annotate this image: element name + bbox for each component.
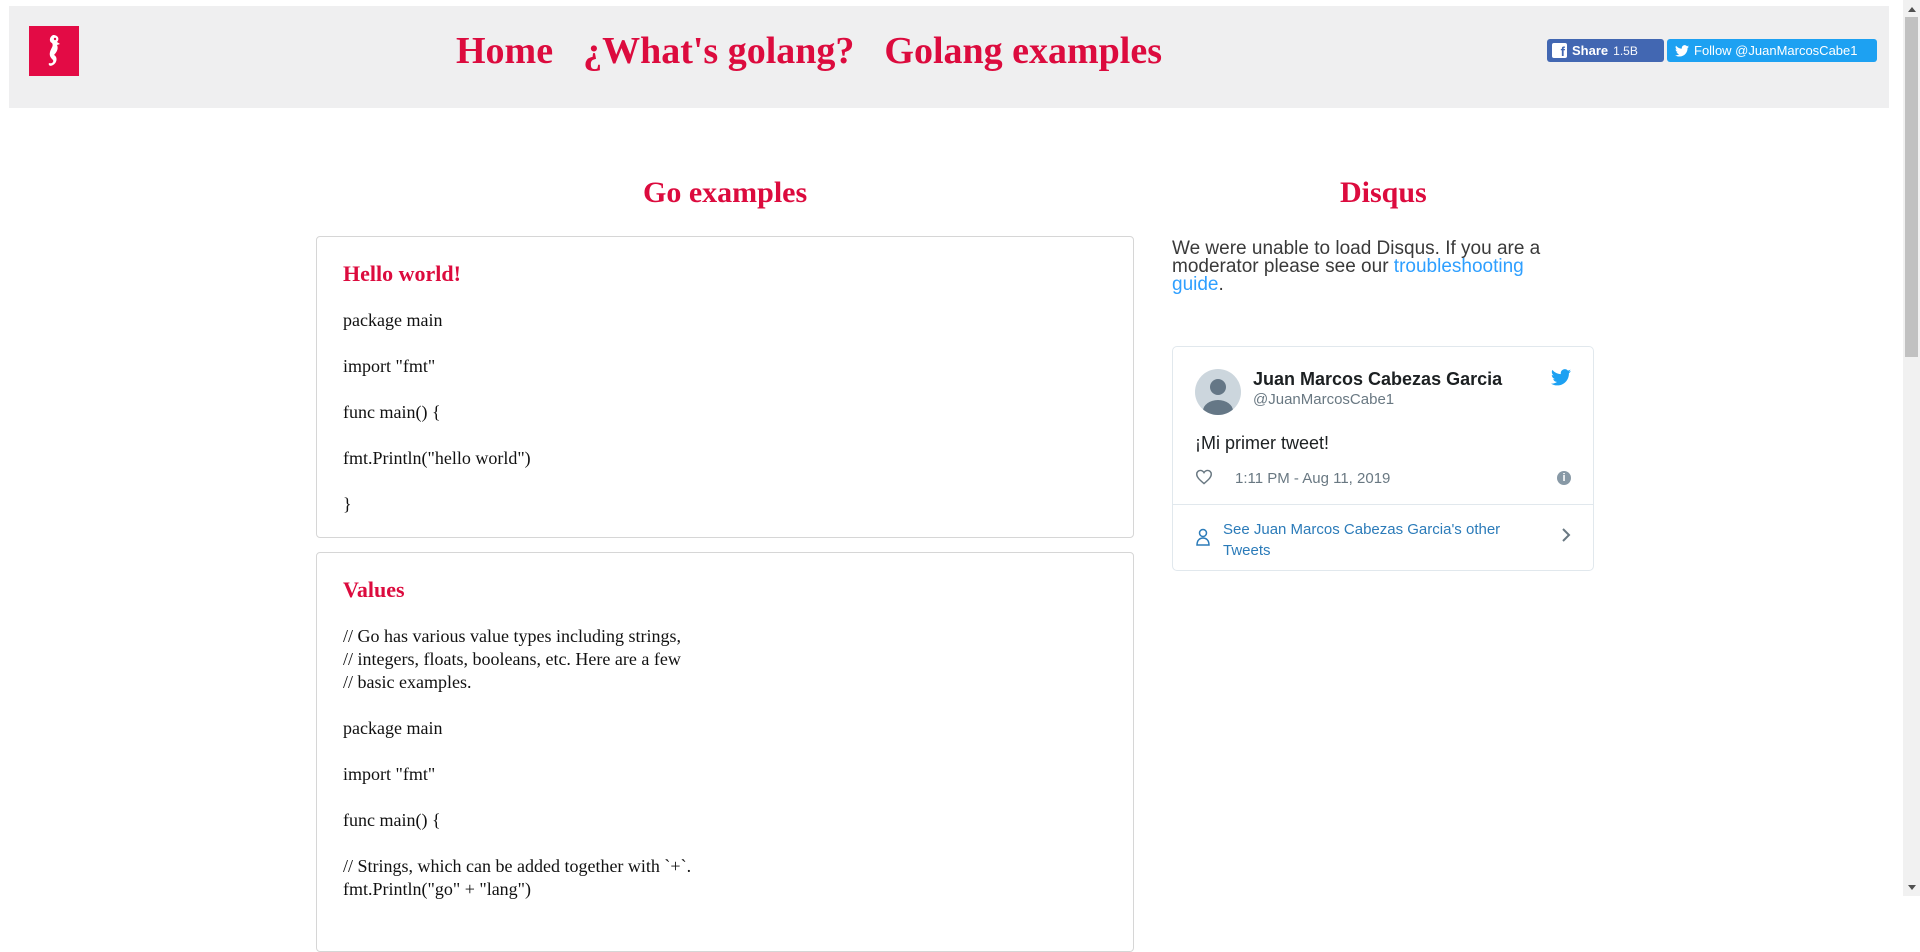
follow-label: Follow @JuanMarcosCabe1 <box>1694 43 1858 58</box>
main-nav: Home ¿What's golang? Golang examples <box>456 32 1162 70</box>
twitter-bird-icon <box>1675 44 1689 57</box>
code-line: package main <box>343 718 443 738</box>
share-count: 1.5B <box>1613 43 1638 58</box>
seahorse-logo-icon[interactable] <box>29 26 79 76</box>
code-line: } <box>343 494 352 514</box>
avatar[interactable] <box>1195 369 1241 415</box>
disqus-message-suffix: . <box>1218 274 1224 295</box>
facebook-icon: f <box>1552 43 1567 58</box>
nav-home-link[interactable]: Home <box>456 32 553 70</box>
tweet-text: ¡Mi primer tweet! <box>1195 433 1330 453</box>
code-line: fmt.Println("go" + "lang") <box>343 879 532 899</box>
site-header: Home ¿What's golang? Golang examples f S… <box>9 6 1889 108</box>
disqus-title: Disqus <box>1340 176 1427 209</box>
code-line: func main() { <box>343 402 441 422</box>
code-comment-line: // Go has various value types including … <box>343 626 681 646</box>
example-card-hello-world: Hello world! package main import "fmt" f… <box>316 236 1134 538</box>
nav-what-is-golang-link[interactable]: ¿What's golang? <box>583 32 854 70</box>
scroll-down-arrow-icon[interactable] <box>1903 879 1920 896</box>
code-line: import "fmt" <box>343 356 436 376</box>
code-comment-line: // basic examples. <box>343 672 472 692</box>
tweet-author-name[interactable]: Juan Marcos Cabezas Garcia <box>1253 369 1502 390</box>
code-line: package main <box>343 310 443 330</box>
embedded-tweet[interactable]: Juan Marcos Cabezas Garcia @JuanMarcosCa… <box>1172 346 1594 571</box>
nav-golang-examples-link[interactable]: Golang examples <box>884 32 1162 70</box>
tweet-timestamp[interactable]: 1:11 PM - Aug 11, 2019 <box>1235 470 1390 487</box>
code-line: fmt.Println("hello world") <box>343 448 531 468</box>
scrollbar-thumb[interactable] <box>1905 17 1918 357</box>
person-icon <box>1195 528 1211 551</box>
share-label: Share <box>1572 43 1609 58</box>
scroll-up-arrow-icon[interactable] <box>1903 0 1920 17</box>
example-title: Values <box>343 577 405 602</box>
example-card-values: Values // Go has various value types inc… <box>316 552 1134 952</box>
code-line: func main() { <box>343 810 441 830</box>
twitter-follow-button[interactable]: Follow @JuanMarcosCabe1 <box>1667 39 1877 62</box>
example-title: Hello world! <box>343 261 461 286</box>
go-examples-title: Go examples <box>643 176 808 209</box>
chevron-right-icon[interactable] <box>1561 527 1571 548</box>
tweet-divider <box>1173 504 1593 505</box>
info-icon[interactable]: i <box>1557 471 1571 485</box>
code-line: import "fmt" <box>343 764 436 784</box>
heart-icon[interactable] <box>1195 469 1213 490</box>
disqus-error-message: We were unable to load Disqus. If you ar… <box>1172 239 1572 295</box>
facebook-share-button[interactable]: f Share 1.5B <box>1547 39 1664 62</box>
code-comment-line: // integers, floats, booleans, etc. Here… <box>343 649 681 669</box>
tweet-author-handle[interactable]: @JuanMarcosCabe1 <box>1253 391 1394 408</box>
code-comment-line: // Strings, which can be added together … <box>343 856 692 876</box>
twitter-bird-icon[interactable] <box>1551 369 1571 391</box>
see-other-tweets-link[interactable]: See Juan Marcos Cabezas Garcia's other T… <box>1223 519 1513 561</box>
page-scrollbar[interactable] <box>1903 0 1920 896</box>
